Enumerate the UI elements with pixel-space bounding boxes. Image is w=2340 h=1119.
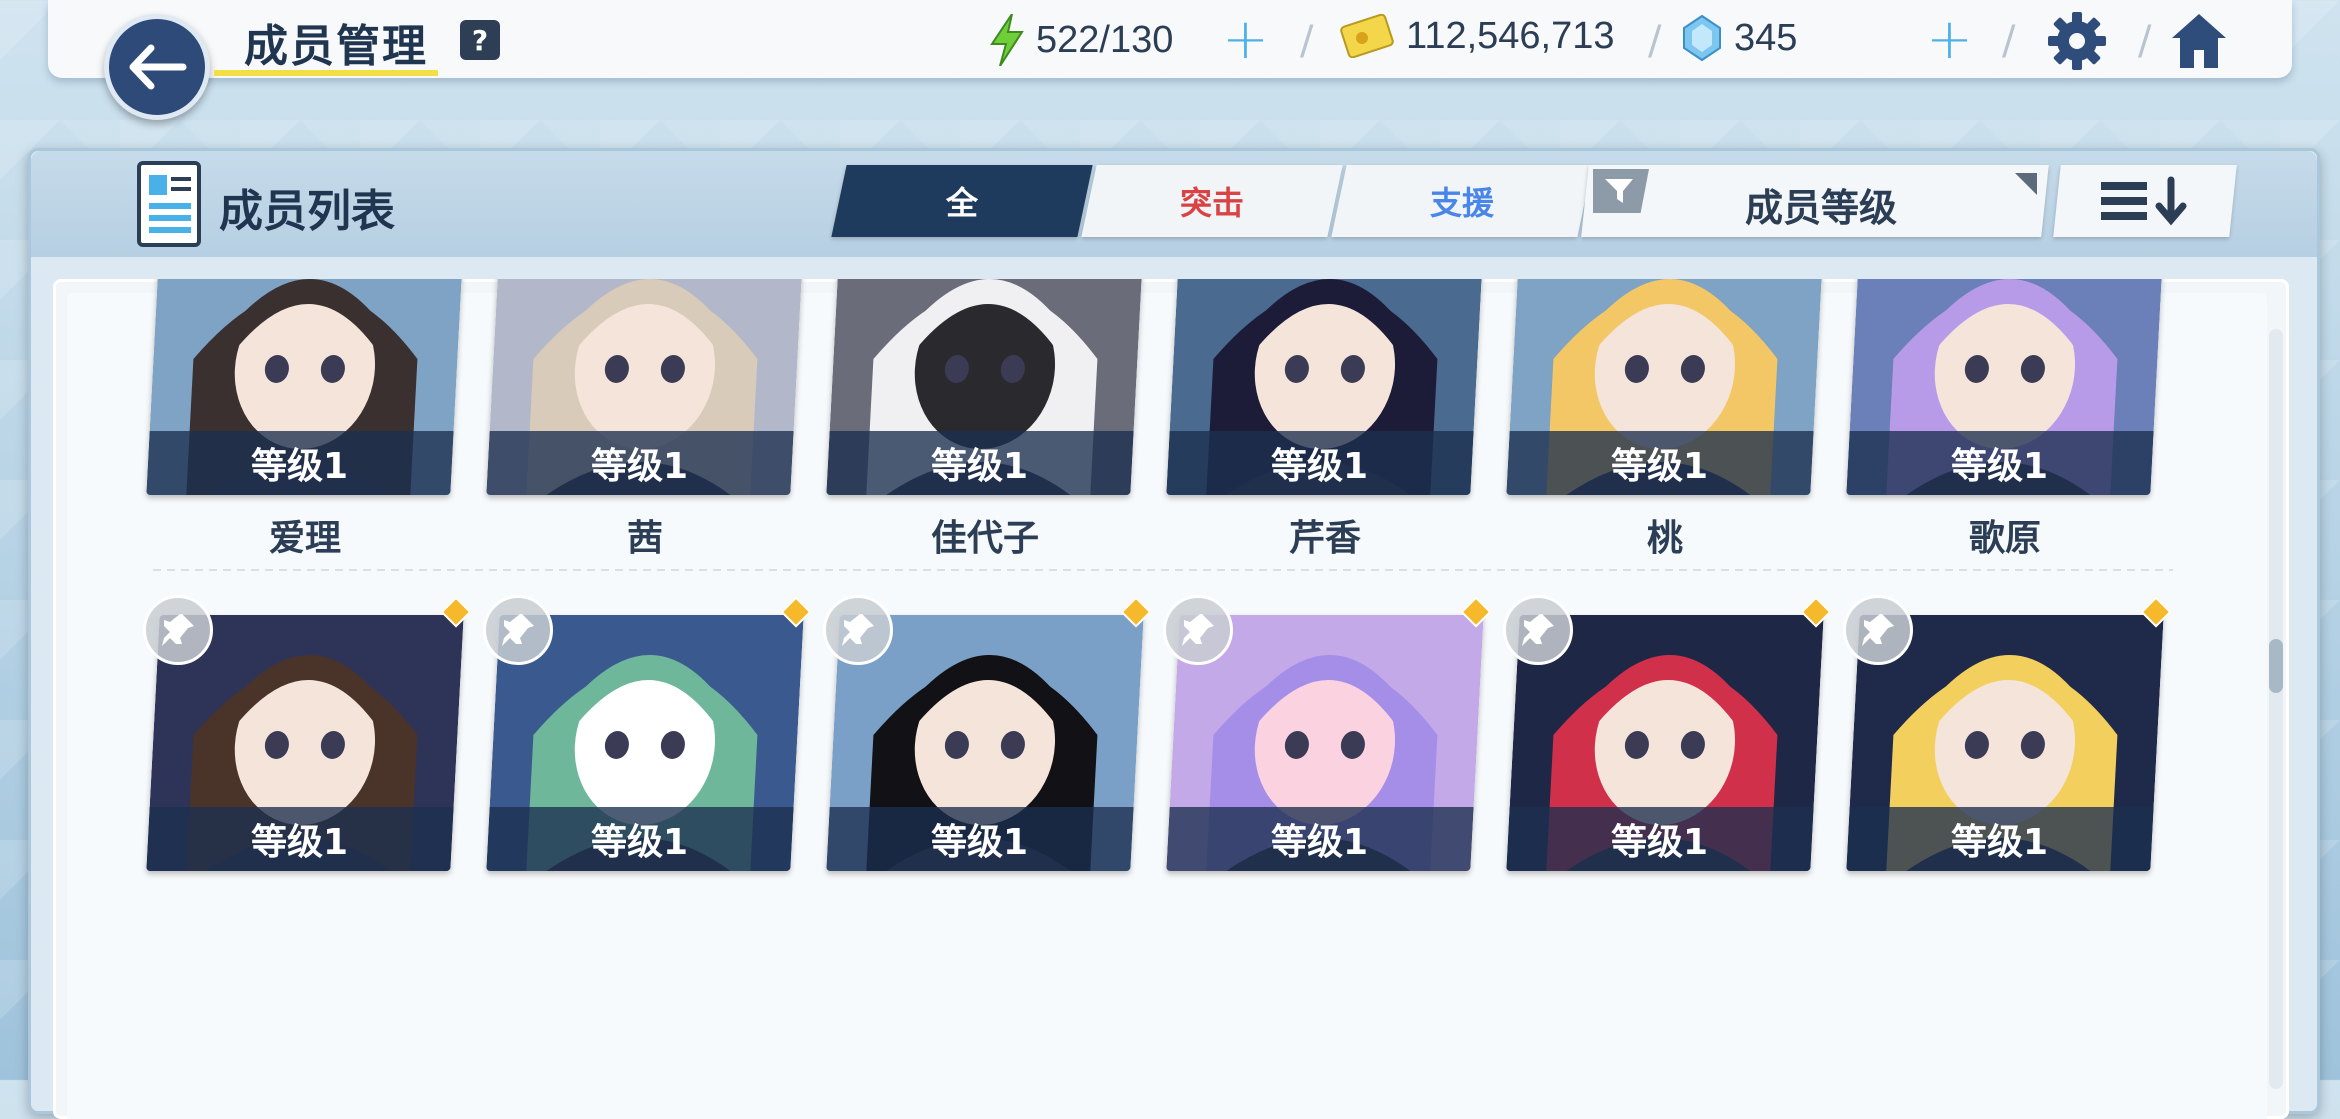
pushpin-icon xyxy=(1862,614,1894,646)
filter-label: 成员等级 xyxy=(1745,186,1898,230)
tab-label: 全 xyxy=(945,184,978,222)
level-label: 等级1 xyxy=(931,822,1029,863)
level-band: 等级1 xyxy=(1506,431,1814,495)
gems-resource: 345 xyxy=(1682,14,1797,62)
level-band: 等级1 xyxy=(826,431,1134,495)
arrow-left-icon xyxy=(129,44,187,90)
pin-icon[interactable] xyxy=(1163,595,1233,665)
tab-assault[interactable]: 突击 xyxy=(1081,165,1343,237)
level-band: 等级1 xyxy=(1166,807,1474,871)
member-name: 茜 xyxy=(626,518,663,559)
pin-icon[interactable] xyxy=(1843,595,1913,665)
tab-label: 突击 xyxy=(1179,184,1244,222)
lightning-icon xyxy=(990,14,1024,66)
member-name: 桃 xyxy=(1646,518,1683,559)
sort-button[interactable] xyxy=(2053,165,2237,237)
gem-icon xyxy=(1683,14,1721,62)
back-button[interactable] xyxy=(104,14,210,120)
scrollbar-track[interactable] xyxy=(2269,329,2283,1089)
dropdown-corner-icon xyxy=(2015,173,2037,195)
level-band: 等级1 xyxy=(486,807,794,871)
pushpin-icon xyxy=(1522,614,1554,646)
level-band: 等级1 xyxy=(486,431,794,495)
level-band: 等级1 xyxy=(826,807,1134,871)
member-name: 爱理 xyxy=(268,518,341,559)
level-label: 等级1 xyxy=(1951,822,2049,863)
divider: / xyxy=(2138,18,2152,64)
member-card[interactable]: 等级1 xyxy=(1166,279,1484,495)
level-label: 等级1 xyxy=(1271,446,1369,487)
member-card[interactable]: 等级1 xyxy=(1506,279,1824,495)
level-label: 等级1 xyxy=(1611,822,1709,863)
add-gems-button[interactable]: + xyxy=(1926,12,1973,68)
divider: / xyxy=(1300,18,1314,64)
pushpin-icon xyxy=(162,614,194,646)
ap-resource: 522/130 xyxy=(990,14,1173,66)
credits-value: 112,546,713 xyxy=(1406,14,1615,57)
level-label: 等级1 xyxy=(1271,822,1369,863)
member-list-panel: 成员列表 全 突击 支援 成员等级 等级1 爱理 等级1 茜等级1 佳代子 等级1 芹香 等级… xyxy=(28,148,2320,1119)
level-label: 等级1 xyxy=(591,822,689,863)
member-grid: 等级1 爱理 等级1 茜等级1 佳代子 等级1 芹香 等级1 桃等级1 歌原 等级1 等级1 等级1 等级… xyxy=(53,279,2289,1119)
credit-card-icon xyxy=(1340,14,1394,58)
pin-icon[interactable] xyxy=(823,595,893,665)
level-label: 等级1 xyxy=(931,446,1029,487)
member-card[interactable]: 等级1 xyxy=(486,279,804,495)
panel-title: 成员列表 xyxy=(219,186,395,237)
tab-all[interactable]: 全 xyxy=(831,165,1093,237)
home-icon[interactable] xyxy=(2168,10,2230,72)
filter-button[interactable]: 成员等级 xyxy=(1581,165,2049,237)
level-label: 等级1 xyxy=(1611,446,1709,487)
page-title: 成员管理 xyxy=(244,21,428,72)
member-name: 佳代子 xyxy=(930,518,1039,559)
gear-icon[interactable] xyxy=(2046,10,2108,72)
tab-label: 支援 xyxy=(1429,184,1494,222)
member-card[interactable]: 等级1 xyxy=(1846,279,2164,495)
pin-icon[interactable] xyxy=(483,595,553,665)
member-name: 芹香 xyxy=(1288,518,1361,559)
pin-icon[interactable] xyxy=(143,595,213,665)
filter-icon xyxy=(1593,169,1649,213)
pushpin-icon xyxy=(502,614,534,646)
pushpin-icon xyxy=(842,614,874,646)
credits-resource: 112,546,713 xyxy=(1340,14,1615,58)
divider: / xyxy=(2002,18,2016,64)
level-band: 等级1 xyxy=(1846,431,2154,495)
divider: / xyxy=(1648,18,1662,64)
level-band: 等级1 xyxy=(146,431,454,495)
level-band: 等级1 xyxy=(1506,807,1814,871)
level-label: 等级1 xyxy=(591,446,689,487)
ap-value: 522/130 xyxy=(1036,18,1174,61)
help-button[interactable]: ? xyxy=(460,20,500,60)
row-divider xyxy=(153,569,2173,571)
pushpin-icon xyxy=(1182,614,1214,646)
level-band: 等级1 xyxy=(1166,431,1474,495)
member-card[interactable]: 等级1 xyxy=(826,279,1144,495)
pin-icon[interactable] xyxy=(1503,595,1573,665)
level-band: 等级1 xyxy=(1846,807,2154,871)
level-label: 等级1 xyxy=(251,822,349,863)
add-ap-button[interactable]: + xyxy=(1222,12,1269,68)
member-card-icon xyxy=(137,161,201,247)
gems-value: 345 xyxy=(1734,16,1798,59)
level-label: 等级1 xyxy=(251,446,349,487)
member-name: 歌原 xyxy=(1968,518,2041,559)
sort-descending-icon xyxy=(2101,176,2187,226)
tab-support[interactable]: 支援 xyxy=(1331,165,1593,237)
level-band: 等级1 xyxy=(146,807,454,871)
level-label: 等级1 xyxy=(1951,446,2049,487)
scrollbar-thumb[interactable] xyxy=(2269,639,2283,693)
member-card[interactable]: 等级1 xyxy=(146,279,464,495)
